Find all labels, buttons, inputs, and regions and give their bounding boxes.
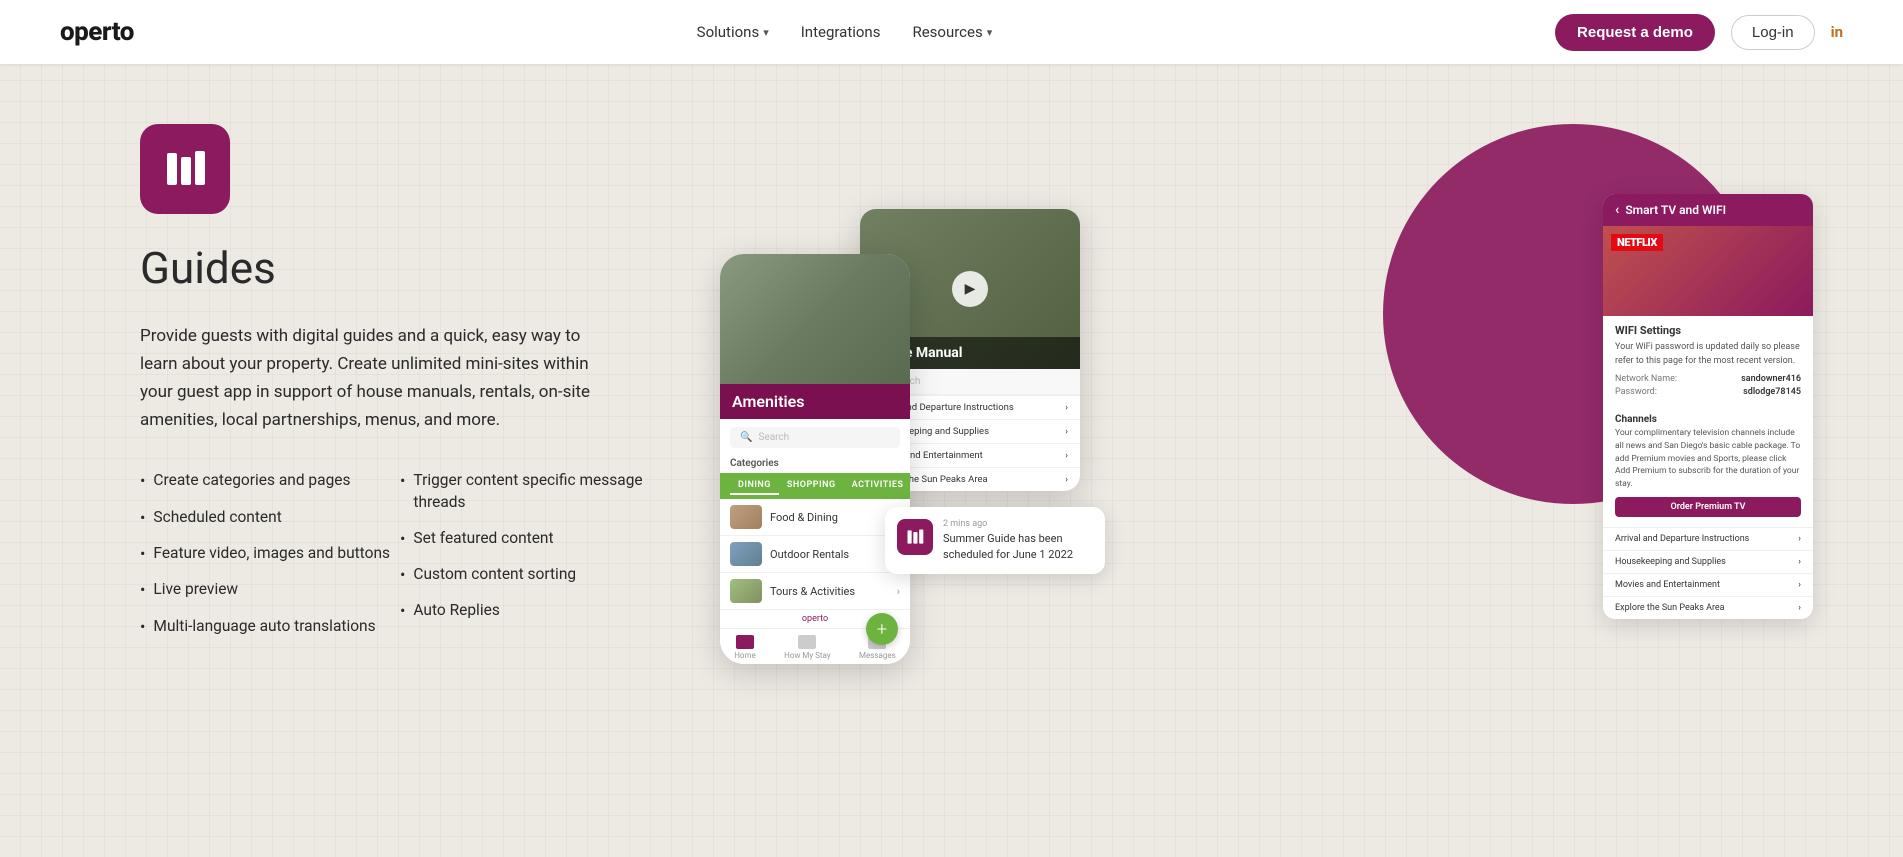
wifi-list-item: Housekeeping and Supplies › (1603, 550, 1813, 573)
categories-label: Categories (720, 456, 910, 473)
feature-item: Feature video, images and buttons (140, 543, 400, 565)
chevron-right-icon: › (1798, 557, 1801, 567)
nav-actions: Request a demo Log-in in (1555, 14, 1843, 51)
chevron-right-icon: › (897, 585, 900, 598)
back-icon: ‹ (1615, 202, 1619, 218)
list-item-thumb (730, 505, 762, 529)
notification-time: 2 mins ago (943, 519, 1093, 529)
nav-solutions[interactable]: Solutions ▾ (697, 23, 769, 41)
nav-links: Solutions ▾ Integrations Resources ▾ (697, 23, 993, 41)
wifi-list-item: Movies and Entertainment › (1603, 573, 1813, 596)
amenities-image (720, 254, 910, 384)
app-icon (140, 124, 230, 214)
guides-small-icon (905, 527, 925, 547)
amenities-phone-mockup: Amenities 🔍 Search Categories DINING SHO… (720, 254, 910, 664)
wifi-panel-header: ‹ Smart TV and WIFI (1603, 194, 1813, 226)
tab-activities[interactable]: ACTIVITIES (844, 477, 910, 495)
wifi-section-title: WIFI Settings (1603, 316, 1813, 341)
phone-bottom-nav: Home How My Stay Messages + (720, 628, 910, 664)
wifi-description: Your WiFi password is updated daily so p… (1615, 341, 1801, 368)
feature-item: Live preview (140, 579, 400, 601)
search-label: Search (758, 432, 789, 443)
chevron-right-icon: › (1798, 534, 1801, 544)
feature-item: Scheduled content (140, 507, 400, 529)
linkedin-icon[interactable]: in (1831, 23, 1843, 41)
request-demo-button[interactable]: Request a demo (1555, 14, 1715, 51)
amenities-header: Amenities (720, 384, 910, 419)
left-column: Guides Provide guests with digital guide… (140, 124, 660, 638)
tab-dining[interactable]: DINING (730, 477, 779, 495)
feature-item: Create categories and pages (140, 470, 400, 492)
guides-icon (159, 143, 211, 195)
feature-item: Set featured content (400, 528, 660, 550)
login-button[interactable]: Log-in (1731, 15, 1815, 50)
netflix-badge: NETFLIX (1611, 234, 1663, 251)
notification-icon (897, 519, 933, 555)
wifi-panel: ‹ Smart TV and WIFI NETFLIX WIFI Setting… (1603, 194, 1813, 619)
list-item-thumb (730, 542, 762, 566)
fab-button[interactable]: + (866, 613, 898, 645)
search-icon: 🔍 (740, 432, 752, 443)
chevron-right-icon: › (1065, 403, 1068, 413)
chevron-right-icon: › (1065, 451, 1068, 461)
section-description: Provide guests with digital guides and a… (140, 322, 610, 434)
play-button[interactable]: ▶ (952, 271, 988, 307)
channels-title: Channels (1603, 410, 1813, 427)
features-grid: Create categories and pages Scheduled co… (140, 470, 660, 638)
notification-text: Summer Guide has been scheduled for June… (943, 531, 1093, 562)
amenities-search: 🔍 Search (730, 427, 900, 448)
notification-popup: 2 mins ago Summer Guide has been schedul… (885, 507, 1105, 574)
wifi-password-row: Password: sdlodge78145 (1615, 387, 1801, 397)
logo: operto (60, 17, 134, 47)
chevron-down-icon: ▾ (763, 26, 769, 39)
wifi-list-item: Arrival and Departure Instructions › (1603, 527, 1813, 550)
channels-description: Your complimentary television channels i… (1603, 427, 1813, 497)
right-column: ‹ Smart TV and WIFI NETFLIX WIFI Setting… (700, 104, 1823, 704)
navbar: operto Solutions ▾ Integrations Resource… (0, 0, 1903, 64)
nav-my-stay[interactable]: How My Stay (784, 635, 830, 660)
phone-list-item: Food & Dining › (720, 499, 910, 536)
feature-item: Multi-language auto translations (140, 616, 400, 638)
wifi-network-row: Network Name: sandowner416 (1615, 374, 1801, 384)
phone-list-item: Tours & Activities › (720, 573, 910, 610)
page-title: Guides (140, 242, 660, 294)
nav-home[interactable]: Home (734, 635, 756, 660)
list-item-thumb (730, 579, 762, 603)
chevron-right-icon: › (1798, 603, 1801, 613)
chevron-down-icon: ▾ (987, 26, 993, 39)
nav-resources[interactable]: Resources ▾ (912, 23, 992, 41)
chevron-right-icon: › (1065, 427, 1068, 437)
feature-item: Auto Replies (400, 600, 660, 622)
feature-item: Custom content sorting (400, 564, 660, 586)
page-content: Guides Provide guests with digital guide… (0, 64, 1903, 857)
categories-tabs: DINING SHOPPING ACTIVITIES (720, 473, 910, 499)
features-left-col: Create categories and pages Scheduled co… (140, 470, 400, 638)
wifi-panel-image: NETFLIX (1603, 226, 1813, 316)
chevron-right-icon: › (1798, 580, 1801, 590)
phone-list-item: Outdoor Rentals › (720, 536, 910, 573)
nav-integrations[interactable]: Integrations (801, 23, 881, 41)
feature-item: Trigger content specific message threads (400, 470, 660, 513)
features-right-col: Trigger content specific message threads… (400, 470, 660, 638)
notification-content: 2 mins ago Summer Guide has been schedul… (943, 519, 1093, 562)
chevron-right-icon: › (1065, 475, 1068, 485)
tab-shopping[interactable]: SHOPPING (779, 477, 844, 495)
wifi-body: Your WiFi password is updated daily so p… (1603, 341, 1813, 410)
order-premium-button[interactable]: Order Premium TV (1615, 497, 1801, 517)
wifi-list-item: Explore the Sun Peaks Area › (1603, 596, 1813, 619)
